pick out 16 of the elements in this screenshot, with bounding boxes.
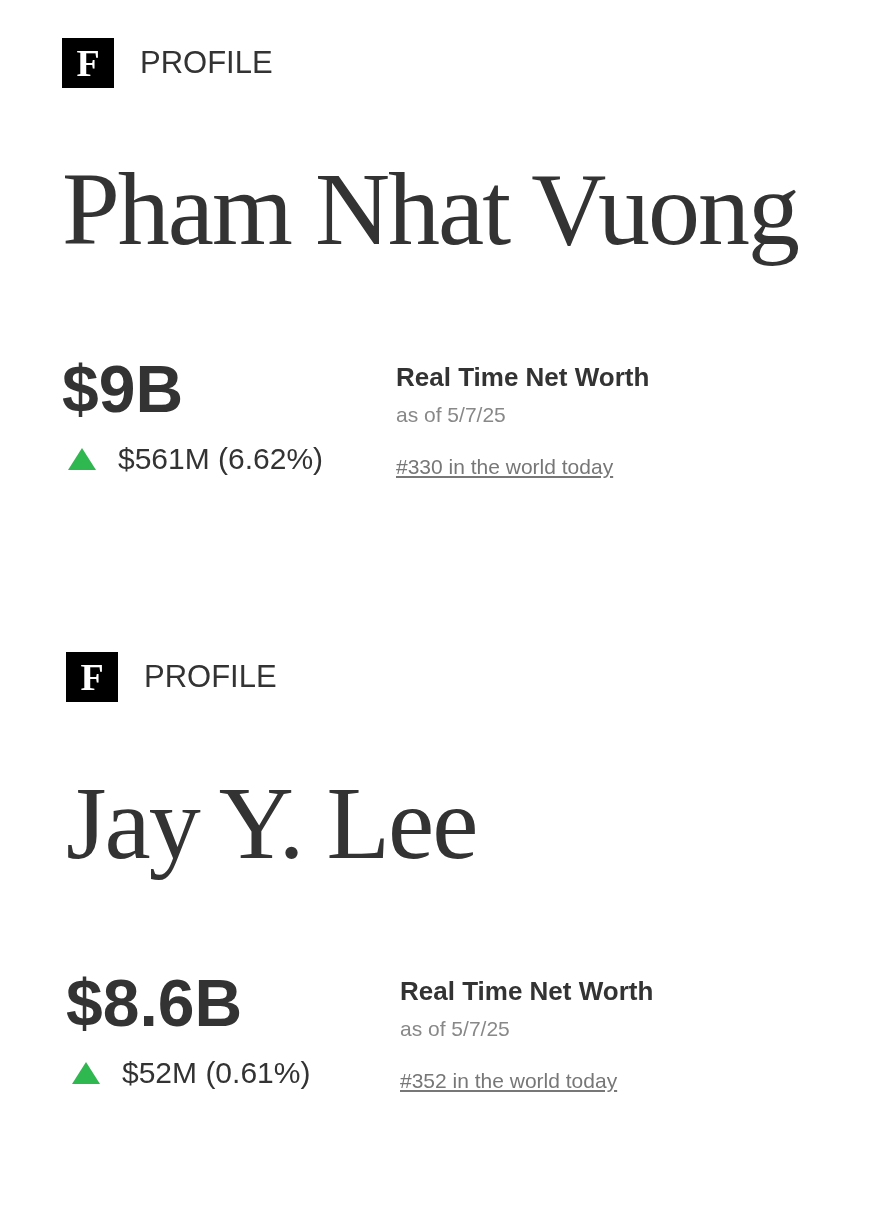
net-worth-heading: Real Time Net Worth bbox=[400, 975, 654, 1008]
net-worth-heading: Real Time Net Worth bbox=[396, 361, 650, 394]
rank-link[interactable]: #330 in the world today bbox=[396, 450, 650, 482]
as-of-date: as of 5/7/25 bbox=[396, 402, 507, 428]
change-amount: $52M (0.61%) bbox=[122, 1055, 311, 1091]
change-amount: $561M (6.62%) bbox=[118, 441, 324, 477]
as-of-date: as of 5/7/25 bbox=[400, 1016, 511, 1042]
logo-icon: F bbox=[62, 38, 114, 88]
net-worth-value: $9B bbox=[62, 356, 185, 422]
person-name: Jay Y. Lee bbox=[66, 764, 478, 882]
section-label: PROFILE bbox=[144, 657, 277, 696]
section-label: PROFILE bbox=[140, 43, 273, 82]
rank-link[interactable]: #352 in the world today bbox=[400, 1064, 654, 1096]
net-worth-value: $8.6B bbox=[66, 970, 244, 1036]
person-name: Pham Nhat Vuong bbox=[62, 150, 800, 268]
logo-icon: F bbox=[66, 652, 118, 702]
